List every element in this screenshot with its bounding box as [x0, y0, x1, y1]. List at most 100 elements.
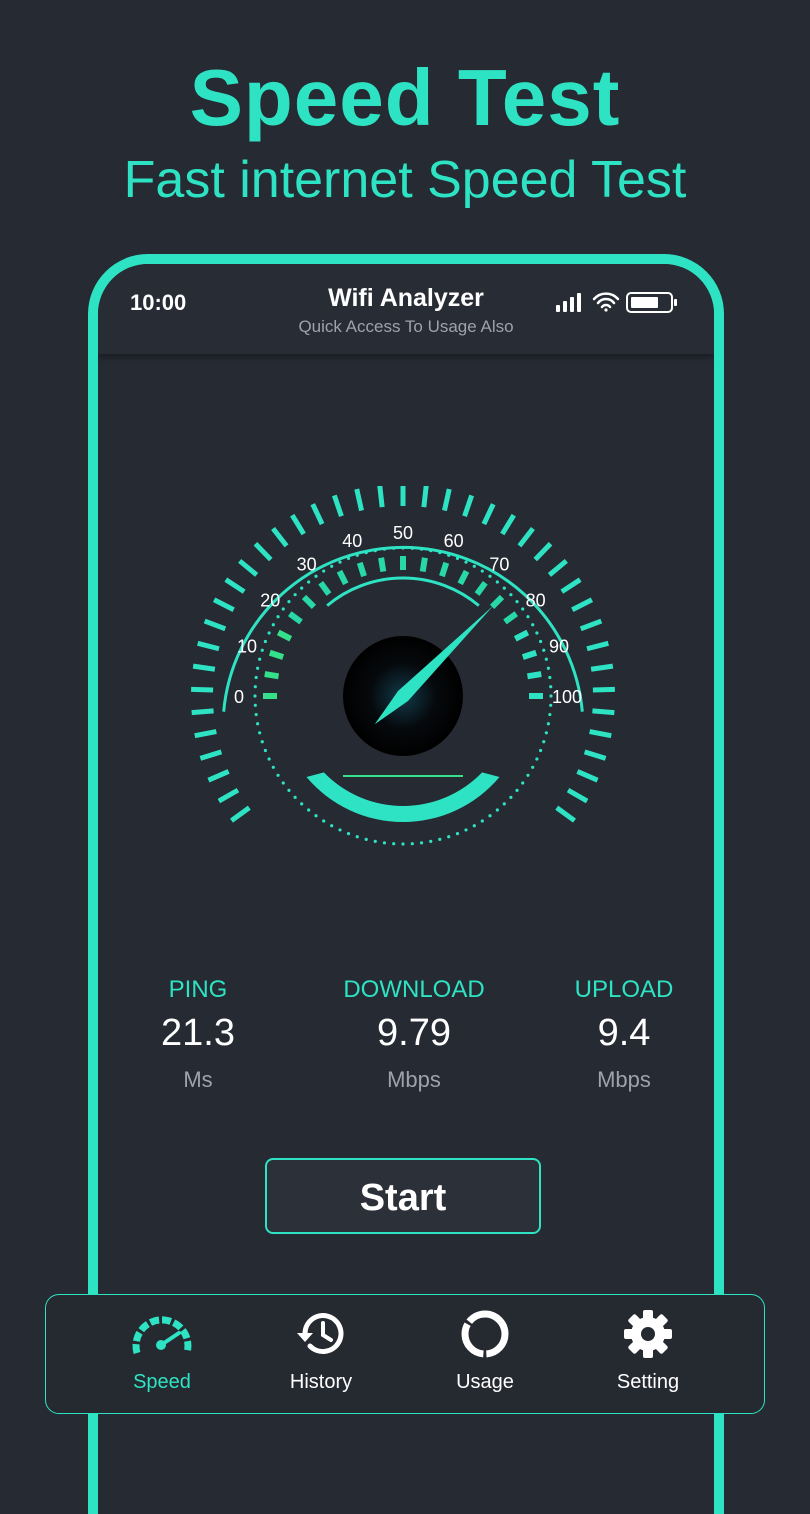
- top-arc: [326, 576, 480, 607]
- scale-label: 50: [393, 523, 413, 543]
- app-subtitle: Quick Access To Usage Also: [298, 317, 514, 336]
- speedometer-gauge: 0 10 20 30 40 50 60 70 80 90 100: [191, 486, 615, 846]
- outer-tick: [555, 805, 576, 823]
- ring-dot: [338, 828, 342, 832]
- ring-dot: [480, 819, 484, 823]
- ring-dot: [472, 824, 476, 828]
- inner-tick: [318, 580, 332, 596]
- bottom-bowl: [306, 772, 500, 822]
- ring-dot: [253, 703, 257, 707]
- scale-label: 10: [237, 636, 257, 656]
- download-value: 9.79: [377, 1012, 451, 1054]
- ring-dot: [419, 841, 424, 845]
- upload-value: 9.4: [597, 1012, 651, 1054]
- ring-dot: [373, 839, 377, 843]
- ring-dot: [535, 757, 539, 761]
- ring-dot: [355, 835, 359, 839]
- ring-dot: [455, 832, 460, 836]
- ring-dot: [429, 549, 433, 553]
- ping-value: 21.3: [161, 1012, 235, 1054]
- ring-dot: [521, 607, 525, 611]
- outer-tick: [500, 513, 516, 536]
- ring-dot: [531, 765, 535, 769]
- ring-dot: [346, 556, 351, 560]
- ring-dot: [281, 781, 285, 785]
- ring-dot: [542, 740, 546, 744]
- ring-dot: [544, 731, 548, 735]
- nav-item-speed[interactable]: Speed: [102, 1309, 222, 1394]
- ring-dot: [330, 824, 334, 828]
- ring-dot: [338, 560, 342, 564]
- ring-dot: [355, 553, 359, 557]
- outer-tick: [212, 597, 235, 612]
- ring-dot: [267, 757, 271, 761]
- status-icons: [556, 292, 677, 313]
- scale-label: 70: [489, 554, 509, 574]
- hero-subtitle: Fast internet Speed Test: [123, 151, 687, 209]
- inner-tick: [513, 629, 530, 642]
- ring-dot: [256, 722, 260, 726]
- stat-download: DOWNLOAD 9.79 Mbps: [314, 976, 514, 1093]
- ring-dot: [488, 814, 492, 818]
- ring-dot: [271, 623, 275, 627]
- history-icon: [297, 1313, 344, 1355]
- ring-dot: [382, 841, 387, 845]
- upload-unit: Mbps: [597, 1067, 651, 1092]
- ring-dot: [314, 814, 318, 818]
- ring-dot: [364, 837, 368, 841]
- ring-dot: [260, 648, 264, 652]
- ring-dot: [382, 547, 387, 551]
- ring-dot: [447, 553, 451, 557]
- stat-upload: UPLOAD 9.4 Mbps: [524, 976, 714, 1093]
- ring-dot: [307, 808, 311, 812]
- outer-tick: [576, 769, 599, 783]
- inner-tick: [356, 561, 367, 578]
- ring-dot: [276, 615, 280, 619]
- inner-tick: [526, 671, 542, 680]
- outer-tick: [571, 597, 594, 612]
- nav-label-usage: Usage: [456, 1371, 514, 1393]
- ring-dot: [535, 631, 539, 635]
- outer-tick: [377, 486, 385, 508]
- ring-dot: [480, 569, 484, 573]
- ring-dot: [392, 546, 396, 550]
- ring-dot: [287, 788, 291, 792]
- nav-label-history: History: [289, 1371, 353, 1393]
- outer-tick: [192, 663, 216, 672]
- ring-dot: [293, 795, 297, 799]
- ring-dot: [542, 648, 546, 652]
- ring-dot: [539, 639, 543, 644]
- ring-dot: [438, 551, 442, 555]
- ring-dot: [263, 748, 267, 753]
- hero-title: Speed Test: [189, 53, 621, 142]
- ring-dot: [373, 549, 377, 553]
- ring-dot: [548, 712, 552, 717]
- nav-item-history[interactable]: History: [261, 1309, 381, 1394]
- ring-dot: [531, 623, 535, 627]
- nav-item-setting[interactable]: Setting: [588, 1309, 708, 1394]
- inner-tick: [301, 594, 317, 610]
- ring-dot: [472, 564, 476, 568]
- outer-tick: [230, 805, 251, 823]
- app-bar: 10:00 Wifi Analyzer Quick Access To Usag…: [98, 264, 714, 354]
- outer-tick: [579, 618, 603, 632]
- outer-tick: [533, 542, 553, 562]
- nav-item-usage[interactable]: Usage: [425, 1309, 545, 1394]
- inner-tick: [287, 611, 303, 625]
- outer-tick: [253, 542, 273, 562]
- ring-dot: [509, 795, 513, 799]
- outer-tick: [310, 503, 325, 526]
- start-button[interactable]: Start: [265, 1158, 541, 1234]
- battery-icon: [626, 292, 677, 313]
- ring-dot: [526, 773, 530, 777]
- outer-tick: [271, 526, 289, 548]
- ring-dot: [509, 593, 513, 597]
- scale-label: 40: [342, 531, 362, 551]
- ring-dot: [300, 586, 304, 590]
- inner-tick: [439, 561, 450, 578]
- inner-tick: [521, 649, 538, 660]
- ring-dot: [495, 580, 499, 584]
- ring-dot: [271, 765, 275, 769]
- signal-icon: [556, 293, 581, 312]
- ring-dot: [526, 615, 530, 619]
